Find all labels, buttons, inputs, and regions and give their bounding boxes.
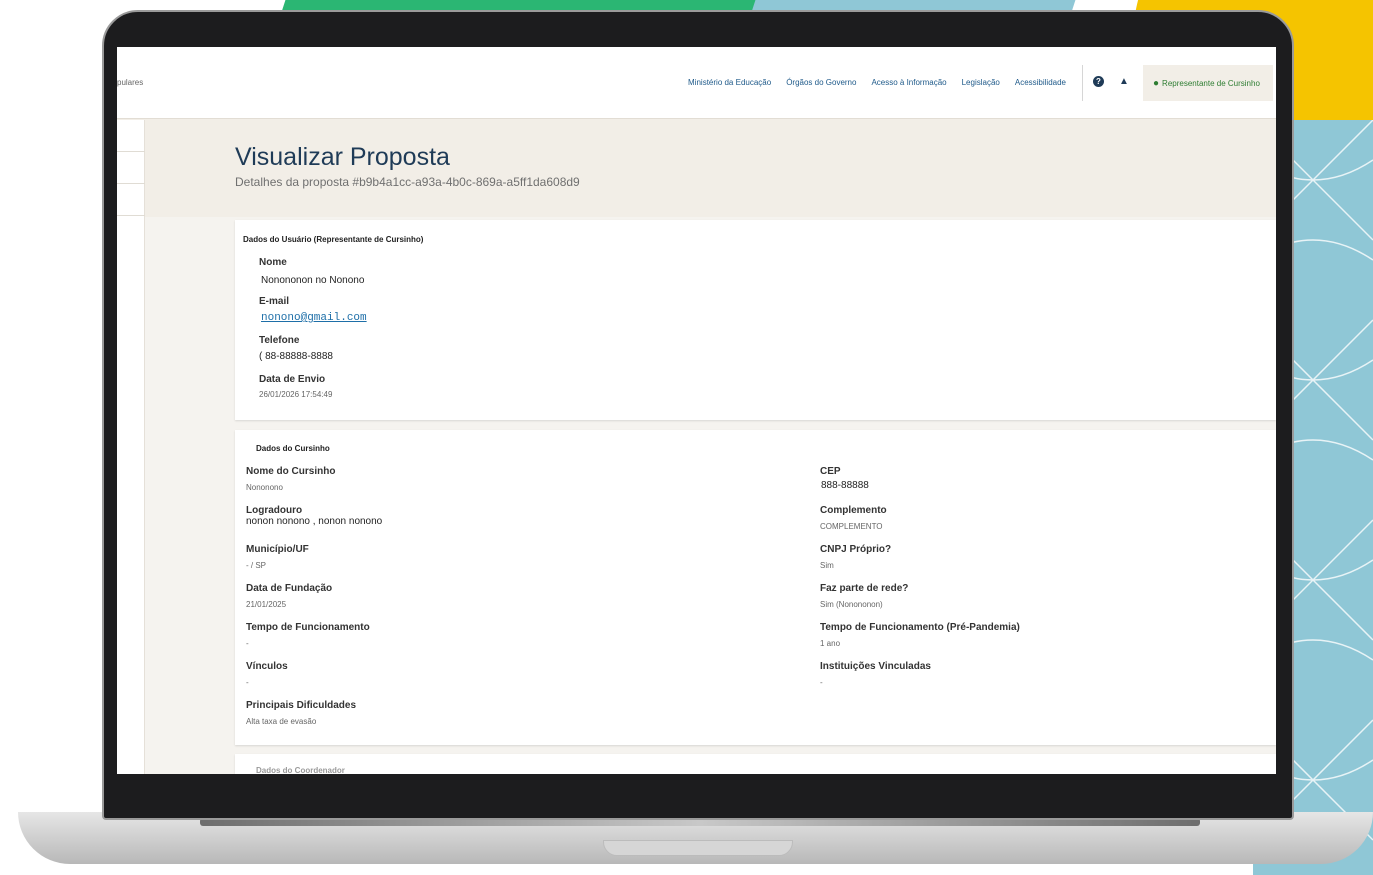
field-value: 21/01/2025 <box>246 600 287 609</box>
field-value: - <box>820 678 823 687</box>
top-bar: pulares Ministério da Educação Órgãos do… <box>117 47 1276 119</box>
email-label: E-mail <box>259 296 290 307</box>
link-acessibilidade[interactable]: Acessibilidade <box>1015 78 1066 87</box>
field-label: Principais Dificuldades <box>246 700 357 711</box>
nome-value: Nonononon no Nonono <box>261 275 365 286</box>
field-label: Data de Fundação <box>246 583 333 594</box>
page-subtitle: Detalhes da proposta #b9b4a1cc-a93a-4b0c… <box>235 175 580 189</box>
sidebar-divider <box>117 151 145 152</box>
user-menu-button[interactable]: ● Representante de Cursinho <box>1143 65 1273 101</box>
topbar-divider <box>1082 65 1083 101</box>
field-value: 1 ano <box>820 639 841 648</box>
field-label: Vínculos <box>246 661 288 672</box>
envio-value: 26/01/2026 17:54:49 <box>259 390 333 399</box>
page-title: Visualizar Proposta <box>235 143 450 171</box>
main-content: Dados do Usuário (Representante de Cursi… <box>145 217 1276 774</box>
link-ministerio[interactable]: Ministério da Educação <box>688 78 771 87</box>
field-label: Município/UF <box>246 544 309 555</box>
field-label: Tempo de Funcionamento <box>246 622 370 633</box>
coordenador-data-card: Dados do Coordenador <box>235 754 1276 774</box>
email-link[interactable]: nonono@gmail.com <box>261 312 367 324</box>
cursinho-data-card: Dados do Cursinho Nome do Cursinho Nonon… <box>235 430 1276 745</box>
brand-text: pulares <box>117 78 144 87</box>
field-label: Nome do Cursinho <box>246 466 336 477</box>
field-value: nonon nonono , nonon nonono <box>246 516 383 527</box>
field-value: Sim <box>820 561 834 570</box>
gov-links: Ministério da Educação Órgãos do Governo… <box>688 78 1066 87</box>
field-value: 888-88888 <box>821 480 869 491</box>
user-icon: ● <box>1153 77 1160 89</box>
laptop-notch <box>603 840 793 856</box>
card-heading: Dados do Coordenador <box>256 766 345 774</box>
bell-icon[interactable]: ▲ <box>1119 77 1129 87</box>
field-value: COMPLEMENTO <box>820 522 883 531</box>
question-circle-icon[interactable]: ? <box>1093 76 1104 87</box>
sidebar <box>117 120 145 774</box>
field-label: CNPJ Próprio? <box>820 544 892 555</box>
sidebar-divider <box>117 215 145 216</box>
nome-label: Nome <box>259 257 287 268</box>
marketing-scene: pulares Ministério da Educação Órgãos do… <box>0 0 1373 875</box>
field-value: Nononono <box>246 483 283 492</box>
field-label: Complemento <box>820 505 887 516</box>
field-label: CEP <box>820 466 841 477</box>
telefone-label: Telefone <box>259 335 300 346</box>
field-value: - <box>246 639 249 648</box>
envio-label: Data de Envio <box>259 374 326 385</box>
field-value: Sim (Nonononon) <box>820 600 883 609</box>
telefone-value: ( 88-88888-8888 <box>259 351 333 362</box>
field-label: Faz parte de rede? <box>820 583 909 594</box>
field-value: Alta taxa de evasão <box>246 717 317 726</box>
field-value: - / SP <box>246 561 267 570</box>
field-label: Tempo de Funcionamento (Pré-Pandemia) <box>820 622 1020 633</box>
app-screen: pulares Ministério da Educação Órgãos do… <box>117 47 1276 774</box>
link-acesso-informacao[interactable]: Acesso à Informação <box>871 78 946 87</box>
user-role-label: Representante de Cursinho <box>1162 78 1260 88</box>
card-heading: Dados do Usuário (Representante de Cursi… <box>243 235 424 244</box>
card-heading: Dados do Cursinho <box>256 444 330 453</box>
link-orgaos[interactable]: Órgãos do Governo <box>786 78 856 87</box>
field-label: Instituições Vinculadas <box>820 661 931 672</box>
link-legislacao[interactable]: Legislação <box>962 78 1000 87</box>
sidebar-divider <box>117 183 145 184</box>
field-label: Logradouro <box>246 505 303 516</box>
field-value: - <box>246 678 249 687</box>
user-data-card: Dados do Usuário (Representante de Cursi… <box>235 220 1276 420</box>
